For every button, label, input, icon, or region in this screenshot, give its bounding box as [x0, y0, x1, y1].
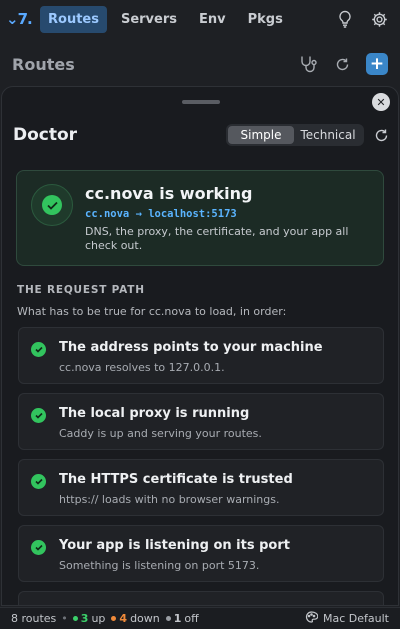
check-item[interactable]: Your app is listening on its port Someth…: [18, 525, 384, 582]
page-title: Routes: [12, 54, 75, 74]
refresh-icon[interactable]: [374, 128, 389, 143]
section-label: THE REQUEST PATH: [17, 284, 145, 296]
up-status: 3 up: [72, 612, 106, 625]
off-status: 1 off: [165, 612, 199, 625]
down-status: 4 down: [111, 612, 160, 625]
routes-count: 8 routes: [11, 612, 57, 625]
tab-servers[interactable]: Servers: [113, 6, 185, 33]
check-detail: https:// loads with no browser warnings.: [59, 493, 280, 506]
checkmark-icon: [31, 408, 46, 423]
checkmark-icon: [31, 474, 46, 489]
off-dot-icon: [165, 616, 171, 621]
status-badge: [31, 184, 73, 226]
add-route-button[interactable]: +: [366, 53, 388, 75]
status-target: cc.nova → localhost:5173: [85, 208, 237, 220]
sheet-grabber[interactable]: [182, 100, 220, 104]
palette-icon: [305, 611, 319, 626]
top-nav-bar: ⌄7. Routes Servers Env Pkgs: [0, 0, 400, 38]
status-description: DNS, the proxy, the certificate, and you…: [85, 225, 349, 252]
app-logo: ⌄7.: [6, 10, 33, 28]
off-count: 1: [173, 612, 182, 625]
check-title: Your app is listening on its port: [59, 538, 290, 553]
lightbulb-icon[interactable]: [337, 10, 353, 28]
routes-actions: +: [299, 53, 388, 75]
separator: •: [61, 612, 68, 625]
routes-header: Routes +: [0, 46, 400, 82]
check-title: The HTTPS certificate is trusted: [59, 472, 293, 487]
check-title: The local proxy is running: [59, 406, 250, 421]
checkmark-icon: [31, 342, 46, 357]
gear-icon[interactable]: [371, 11, 388, 28]
check-item[interactable]: The address points to your machine cc.no…: [18, 327, 384, 384]
checkmark-icon: [42, 195, 62, 215]
checkmark-icon: [31, 540, 46, 555]
tab-pkgs[interactable]: Pkgs: [240, 6, 291, 33]
status-bar: 8 routes • 3 up 4 down 1 off Mac Default: [0, 607, 400, 629]
check-item[interactable]: [18, 591, 384, 605]
check-detail: Caddy is up and serving your routes.: [59, 427, 262, 440]
tab-routes[interactable]: Routes: [40, 5, 107, 33]
off-label: off: [184, 612, 199, 625]
status-title: cc.nova is working: [85, 184, 253, 203]
check-detail: cc.nova resolves to 127.0.0.1.: [59, 361, 225, 374]
down-count: 4: [119, 612, 128, 625]
mode-simple[interactable]: Simple: [228, 126, 294, 144]
theme-selector[interactable]: Mac Default: [305, 611, 389, 626]
doctor-title: Doctor: [13, 125, 78, 145]
mode-toggle: Simple Technical: [226, 124, 364, 146]
refresh-icon[interactable]: [335, 57, 350, 72]
mode-technical[interactable]: Technical: [294, 126, 362, 144]
top-actions: [337, 10, 394, 28]
stethoscope-icon[interactable]: [299, 55, 319, 73]
doctor-header: Doctor Simple Technical: [13, 121, 389, 149]
down-label: down: [130, 612, 160, 625]
up-dot-icon: [72, 616, 78, 621]
check-title: The address points to your machine: [59, 340, 323, 355]
close-button[interactable]: ✕: [372, 93, 390, 111]
up-label: up: [91, 612, 106, 625]
down-dot-icon: [111, 616, 117, 621]
theme-label: Mac Default: [323, 612, 389, 625]
status-card: cc.nova is working cc.nova → localhost:5…: [16, 170, 384, 266]
tab-env[interactable]: Env: [191, 6, 234, 33]
up-count: 3: [80, 612, 89, 625]
doctor-sheet: ✕ Doctor Simple Technical cc.nova is wor…: [1, 86, 399, 606]
check-item[interactable]: The HTTPS certificate is trusted https:/…: [18, 459, 384, 516]
section-subtitle: What has to be true for cc.nova to load,…: [17, 305, 287, 318]
check-detail: Something is listening on port 5173.: [59, 559, 260, 572]
check-item[interactable]: The local proxy is running Caddy is up a…: [18, 393, 384, 450]
